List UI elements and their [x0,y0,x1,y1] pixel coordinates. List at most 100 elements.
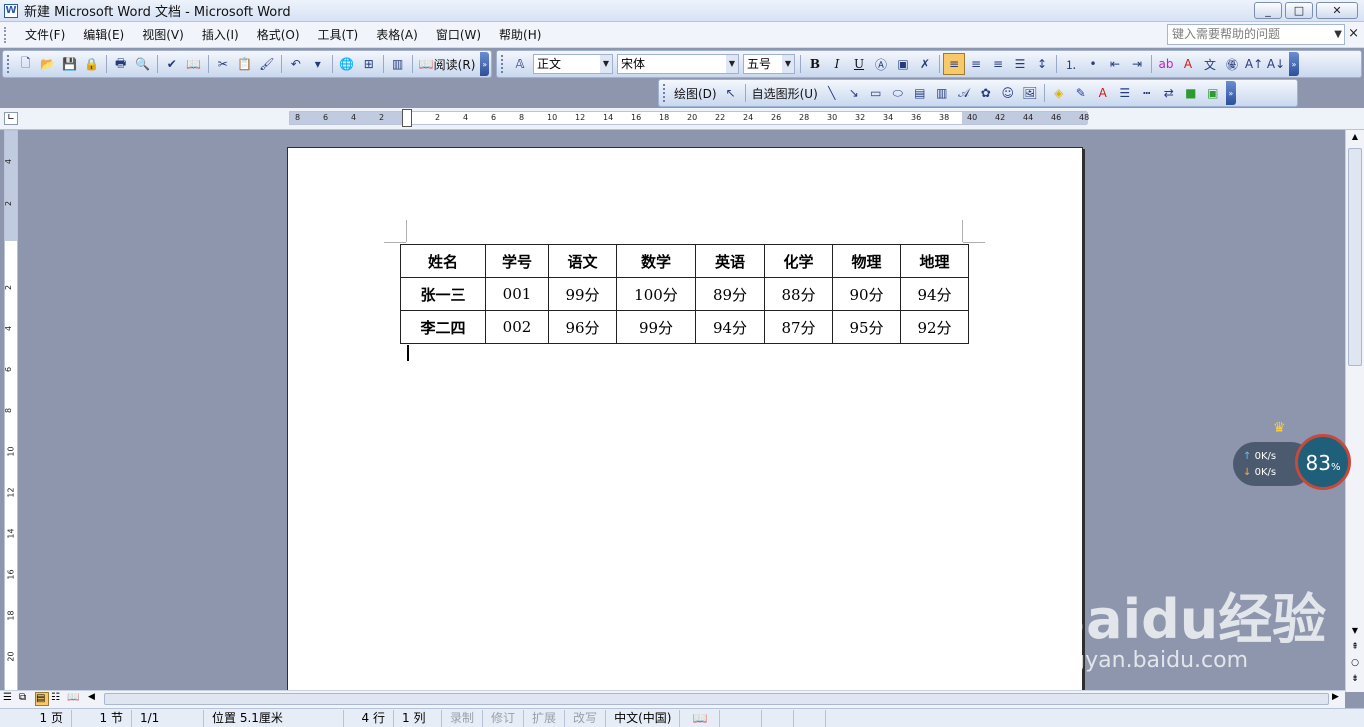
next-page-icon[interactable]: ⇟ [1348,674,1362,686]
previous-page-icon[interactable]: ⇞ [1348,642,1362,654]
minimize-button[interactable]: _ [1254,2,1282,19]
scroll-up-icon[interactable]: ▲ [1348,132,1362,146]
table-cell[interactable]: 96分 [548,310,617,344]
scroll-left-icon[interactable]: ◀ [88,692,100,706]
menu-window[interactable]: 窗口(W) [427,24,490,46]
table-header-cell[interactable]: 数学 [616,244,696,278]
close-button[interactable]: ✕ [1316,2,1358,19]
menu-insert[interactable]: 插入(I) [193,24,248,46]
table-cell[interactable]: 88分 [764,277,833,311]
select-objects-icon[interactable]: ↖ [720,82,742,104]
indent-marker[interactable] [402,109,412,127]
columns-icon[interactable]: ▥ [387,53,409,75]
hyperlink-icon[interactable]: 🌐 [336,53,358,75]
align-justify-icon[interactable]: ≡ [943,53,965,75]
font-select[interactable]: 宋体 ▼ [617,54,739,74]
line-style-icon[interactable]: ☰ [1114,82,1136,104]
menu-help[interactable]: 帮助(H) [490,24,550,46]
save-icon[interactable]: 💾 [59,53,81,75]
chevron-down-icon[interactable]: ▼ [1334,25,1342,44]
styles-formatting-icon[interactable]: 𝔸 [509,53,531,75]
table-header-cell[interactable]: 物理 [832,244,901,278]
document-page[interactable]: 姓名 学号 语文 数学 英语 化学 物理 地理 张一三 001 99分 100分… [287,147,1083,707]
style-select[interactable]: 正文 ▼ [533,54,613,74]
menu-table[interactable]: 表格(A) [367,24,427,46]
menu-view[interactable]: 视图(V) [133,24,193,46]
toolbar-options-chevron[interactable]: » [1289,52,1299,76]
table-cell-name[interactable]: 李二四 [400,310,486,344]
redo-dropdown-icon[interactable]: ▾ [307,53,329,75]
reading-layout-icon[interactable]: 📖 [67,692,81,706]
arrow-icon[interactable]: ↘ [843,82,865,104]
print-icon[interactable]: 🖶 [110,53,132,75]
oval-icon[interactable]: ⬭ [887,82,909,104]
table-cell[interactable]: 100分 [616,277,696,311]
rectangle-icon[interactable]: ▭ [865,82,887,104]
table-cell[interactable]: 94分 [695,310,765,344]
print-preview-icon[interactable]: 🔍 [132,53,154,75]
decrease-indent-icon[interactable]: ⇤ [1104,53,1126,75]
select-browse-object-icon[interactable]: ○ [1348,658,1362,670]
vertical-scrollbar[interactable]: ▲ ▼ ⇞ ○ ⇟ [1345,130,1364,692]
toolbar-grip[interactable] [663,84,667,102]
align-right-icon[interactable]: ≡ [987,53,1009,75]
status-extend[interactable]: 扩展 [524,709,566,727]
table-cell[interactable]: 94分 [900,277,969,311]
shadow-icon[interactable]: ■ [1180,82,1202,104]
status-record-macro[interactable]: 录制 [442,709,484,727]
vertical-textbox-icon[interactable]: ▥ [931,82,953,104]
shrink-font-icon[interactable]: A↓ [1265,53,1287,75]
spelling-status-icon[interactable]: 📖 [680,709,721,727]
draw-menu-button[interactable]: 绘图(D) [671,82,720,104]
reading-mode-button[interactable]: 📖 阅读(R) [416,53,479,75]
line-color-icon[interactable]: ✎ [1070,82,1092,104]
dash-style-icon[interactable]: ┅ [1136,82,1158,104]
table-header-cell[interactable]: 姓名 [400,244,486,278]
underline-button[interactable]: U [848,53,870,75]
research-icon[interactable]: 📖 [183,53,205,75]
increase-indent-icon[interactable]: ⇥ [1126,53,1148,75]
fill-color-icon[interactable]: ◈ [1048,82,1070,104]
table-cell-name[interactable]: 张一三 [400,277,486,311]
undo-icon[interactable]: ↶ [285,53,307,75]
table-cell[interactable]: 99分 [548,277,617,311]
scroll-down-icon[interactable]: ▼ [1348,626,1362,638]
menu-grip[interactable] [4,26,8,43]
table-cell[interactable]: 002 [485,310,549,344]
picture-icon[interactable]: 🖼 [1019,82,1041,104]
spelling-icon[interactable]: ✔ [161,53,183,75]
table-cell[interactable]: 89分 [695,277,765,311]
autoshapes-menu-button[interactable]: 自选图形(U) [749,82,821,104]
table-header-cell[interactable]: 化学 [764,244,833,278]
arrow-style-icon[interactable]: ⇄ [1158,82,1180,104]
vertical-scroll-thumb[interactable] [1348,148,1362,366]
wordart-icon[interactable]: 𝒜 [953,82,975,104]
status-language[interactable]: 中文(中国) [606,709,681,727]
web-layout-icon[interactable]: ⧉ [19,692,33,706]
network-speed-widget[interactable]: ↑ 0K/s ↓ 0K/s 83% ♛ [1233,420,1353,490]
table-cell[interactable]: 92分 [900,310,969,344]
open-folder-icon[interactable]: 📂 [37,53,59,75]
table-header-cell[interactable]: 语文 [548,244,617,278]
status-overtype[interactable]: 改写 [565,709,607,727]
cut-icon[interactable]: ✂ [212,53,234,75]
table-cell[interactable]: 90分 [832,277,901,311]
table-cell[interactable]: 95分 [832,310,901,344]
word-app-icon[interactable]: W [4,3,18,18]
toolbar-options-chevron[interactable]: » [1225,81,1236,105]
horizontal-ruler[interactable]: 8 6 4 2 2 4 6 8 10 12 14 16 18 20 22 24 26 28 30 32 34 36 38 40… [289,109,1089,127]
menu-format[interactable]: 格式(O) [248,24,309,46]
numbering-icon[interactable]: ⒈ [1060,53,1082,75]
table-header-cell[interactable]: 地理 [900,244,969,278]
font-color-icon[interactable]: A [1177,53,1199,75]
toolbar-grip[interactable] [7,55,11,73]
bullets-icon[interactable]: • [1082,53,1104,75]
paste-icon[interactable]: 📋 [234,53,256,75]
vertical-ruler[interactable]: 4 2 2 4 6 8 10 12 14 16 18 20 [4,130,18,692]
outline-view-icon[interactable]: ☷ [51,692,65,706]
font-color-icon[interactable]: A [1092,82,1114,104]
italic-button[interactable]: I [826,53,848,75]
new-document-icon[interactable]: 🗋 [15,53,37,75]
diagram-icon[interactable]: ✿ [975,82,997,104]
phonetic-guide-icon[interactable]: 文 [1199,53,1221,75]
